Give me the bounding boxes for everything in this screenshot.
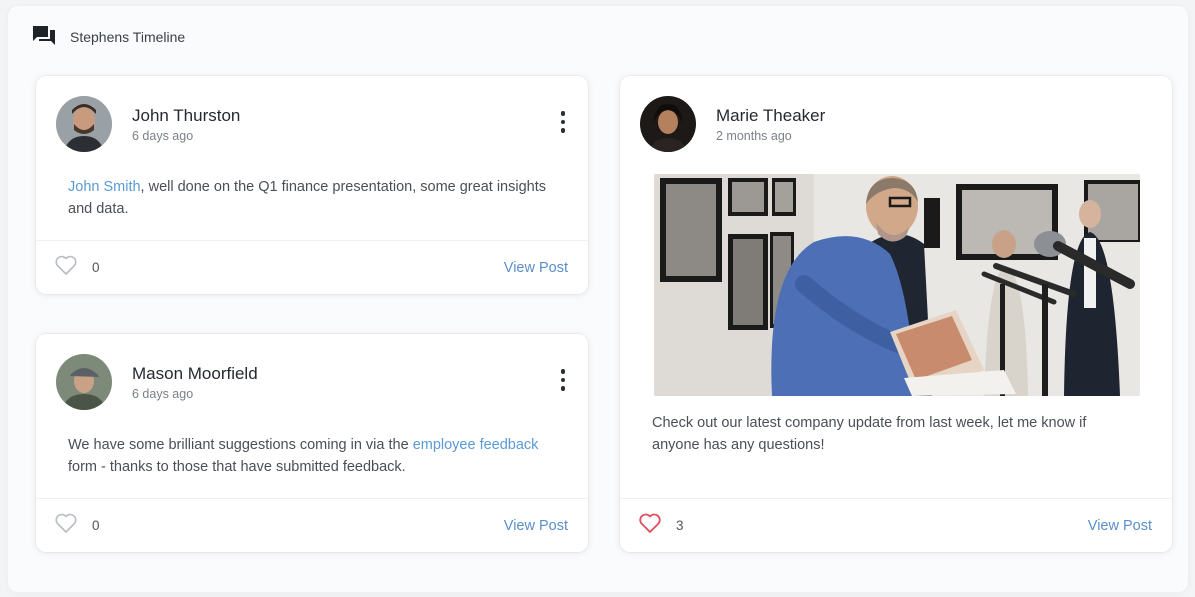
widget-header: Stephens Timeline	[28, 20, 195, 54]
post-image[interactable]	[654, 174, 1140, 396]
avatar[interactable]	[56, 354, 112, 410]
post-text-body: form - thanks to those that have submitt…	[68, 459, 406, 475]
forum-icon	[32, 24, 56, 51]
post-author: John Thurston 6 days ago	[56, 96, 240, 152]
post-text-body: , well done on the Q1 finance presentati…	[68, 179, 546, 217]
like-button[interactable]: 0	[54, 254, 100, 281]
like-button[interactable]: 0	[54, 512, 100, 539]
post-text-body: Check out our latest company update from…	[652, 415, 1087, 453]
like-count: 3	[676, 518, 684, 533]
post-time: 6 days ago	[132, 387, 194, 401]
author-name[interactable]: Marie Theaker	[716, 105, 825, 127]
post-footer: 0 View Post	[36, 498, 588, 552]
avatar[interactable]	[640, 96, 696, 152]
post-card: Marie Theaker 2 months ago Check out our…	[620, 76, 1172, 552]
mention-link[interactable]: John Smith	[68, 179, 141, 195]
view-post-link[interactable]: View Post	[1088, 518, 1152, 534]
widget-title: Stephens Timeline	[70, 29, 186, 45]
post-text: We have some brilliant suggestions comin…	[68, 434, 548, 478]
like-button[interactable]: 3	[638, 512, 684, 539]
post-time: 6 days ago	[132, 129, 194, 143]
like-count: 0	[92, 260, 100, 275]
post-text: John Smith, well done on the Q1 finance …	[68, 176, 548, 220]
avatar[interactable]	[56, 96, 112, 152]
author-name[interactable]: John Thurston	[132, 105, 240, 127]
more-options-icon[interactable]	[552, 106, 574, 138]
post-footer: 3 View Post	[620, 498, 1172, 552]
more-options-icon[interactable]	[552, 364, 574, 396]
feedback-form-link[interactable]: employee feedback	[413, 437, 539, 453]
post-card: Mason Moorfield 6 days ago We have some …	[36, 334, 588, 552]
author-name[interactable]: Mason Moorfield	[132, 363, 258, 385]
view-post-link[interactable]: View Post	[504, 260, 568, 276]
heart-icon	[54, 254, 78, 281]
post-footer: 0 View Post	[36, 240, 588, 294]
heart-icon	[638, 512, 662, 539]
post-text: Check out our latest company update from…	[652, 412, 1126, 456]
post-time: 2 months ago	[716, 129, 792, 143]
heart-icon	[54, 512, 78, 539]
post-card: John Thurston 6 days ago John Smith, wel…	[36, 76, 588, 294]
view-post-link[interactable]: View Post	[504, 518, 568, 534]
post-author: Mason Moorfield 6 days ago	[56, 354, 258, 410]
timeline-widget: Stephens Timeline John Thurston 6 days a…	[8, 6, 1188, 592]
post-text-body: We have some brilliant suggestions comin…	[68, 437, 413, 453]
like-count: 0	[92, 518, 100, 533]
post-author: Marie Theaker 2 months ago	[640, 96, 825, 152]
